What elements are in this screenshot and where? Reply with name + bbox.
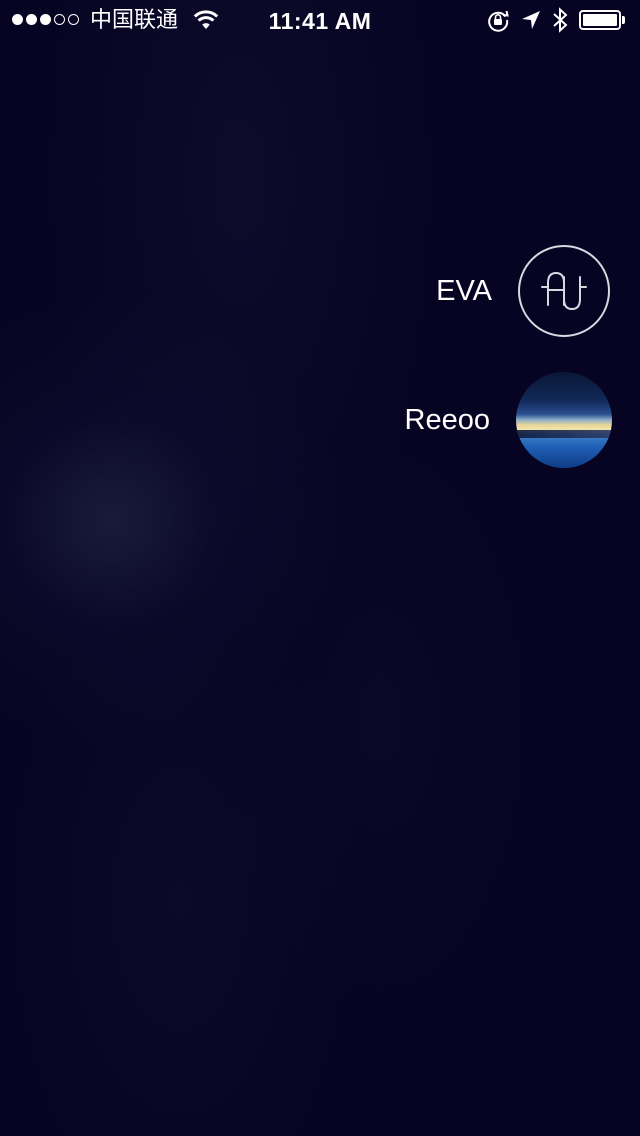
status-bar: 中国联通 11:41 AM	[0, 0, 640, 40]
reeoo-photo-avatar[interactable]	[516, 372, 612, 468]
battery-level-fill	[583, 14, 617, 26]
account-name: Reeoo	[404, 404, 490, 436]
eva-monogram-icon	[541, 271, 587, 311]
eva-logo-avatar[interactable]	[518, 245, 610, 337]
clock: 11:41 AM	[268, 8, 372, 34]
location-arrow-icon	[522, 11, 540, 29]
account-item-reeoo[interactable]: Reeoo	[404, 372, 612, 468]
battery-icon	[579, 10, 625, 30]
account-switcher-screen: 中国联通 11:41 AM EVA Reeoo	[0, 0, 640, 1136]
account-item-eva[interactable]: EVA	[436, 245, 610, 337]
account-name: EVA	[436, 275, 492, 307]
bluetooth-icon	[553, 7, 568, 33]
rotation-lock-icon	[488, 10, 509, 32]
